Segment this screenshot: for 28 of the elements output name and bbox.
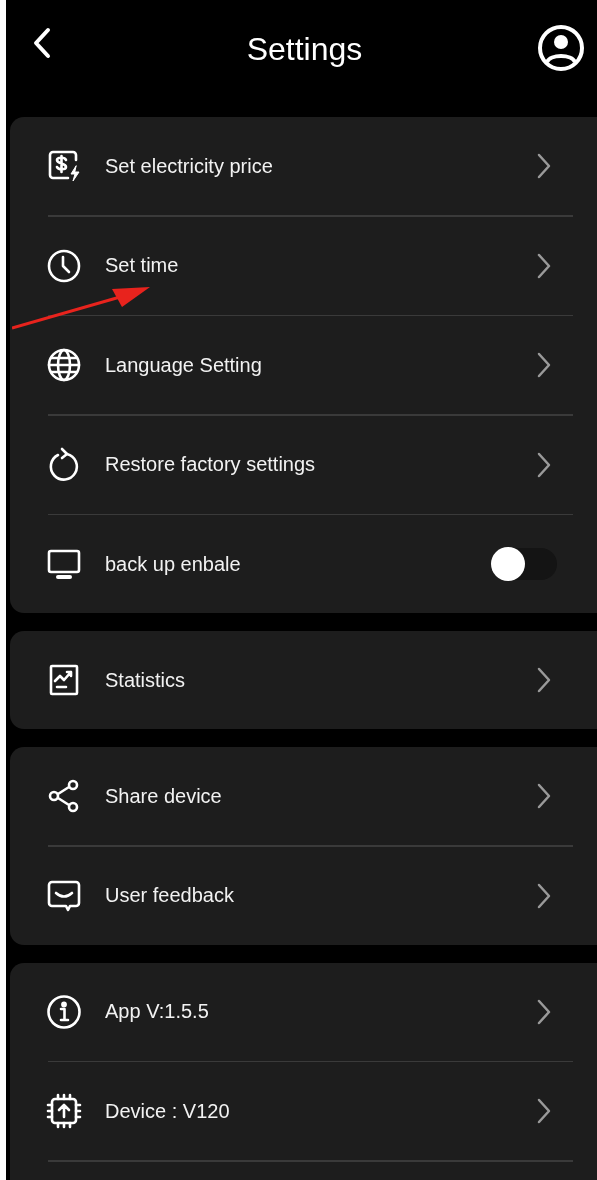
toggle-row[interactable]: back up enbale xyxy=(10,515,597,613)
toggle-switch[interactable] xyxy=(491,548,557,580)
chevron-icon xyxy=(537,352,551,378)
settings-row[interactable]: Language Setting xyxy=(10,316,597,414)
settings-row[interactable]: Device : V120 xyxy=(10,1062,597,1160)
chevron-icon xyxy=(537,252,551,279)
settings-row[interactable]: Set electricity price xyxy=(10,117,597,215)
settings-row[interactable]: Statistics xyxy=(10,631,597,729)
back-icon[interactable] xyxy=(32,27,52,59)
screen-title: Settings xyxy=(246,31,363,68)
globe-icon xyxy=(46,347,82,383)
clock-icon xyxy=(46,247,82,284)
settings-row[interactable]: Share device xyxy=(10,747,597,845)
chevron-icon xyxy=(537,153,551,179)
chevron-icon xyxy=(537,882,551,909)
settings-row[interactable]: User feedback xyxy=(10,846,597,945)
chevron-icon xyxy=(537,998,551,1025)
chevron-icon xyxy=(537,667,551,693)
price-tag-icon xyxy=(46,148,82,184)
chevron-icon xyxy=(537,451,551,478)
settings-row[interactable]: Set time xyxy=(10,216,597,315)
chevron-icon xyxy=(537,783,551,809)
settings-row[interactable]: App V:1.5.5 xyxy=(10,962,597,1061)
profile-icon[interactable] xyxy=(537,24,585,72)
chip-icon xyxy=(46,1093,82,1129)
info-icon xyxy=(46,993,82,1030)
settings-row[interactable]: Restore factory settings xyxy=(10,415,597,514)
chevron-icon xyxy=(537,1098,551,1124)
